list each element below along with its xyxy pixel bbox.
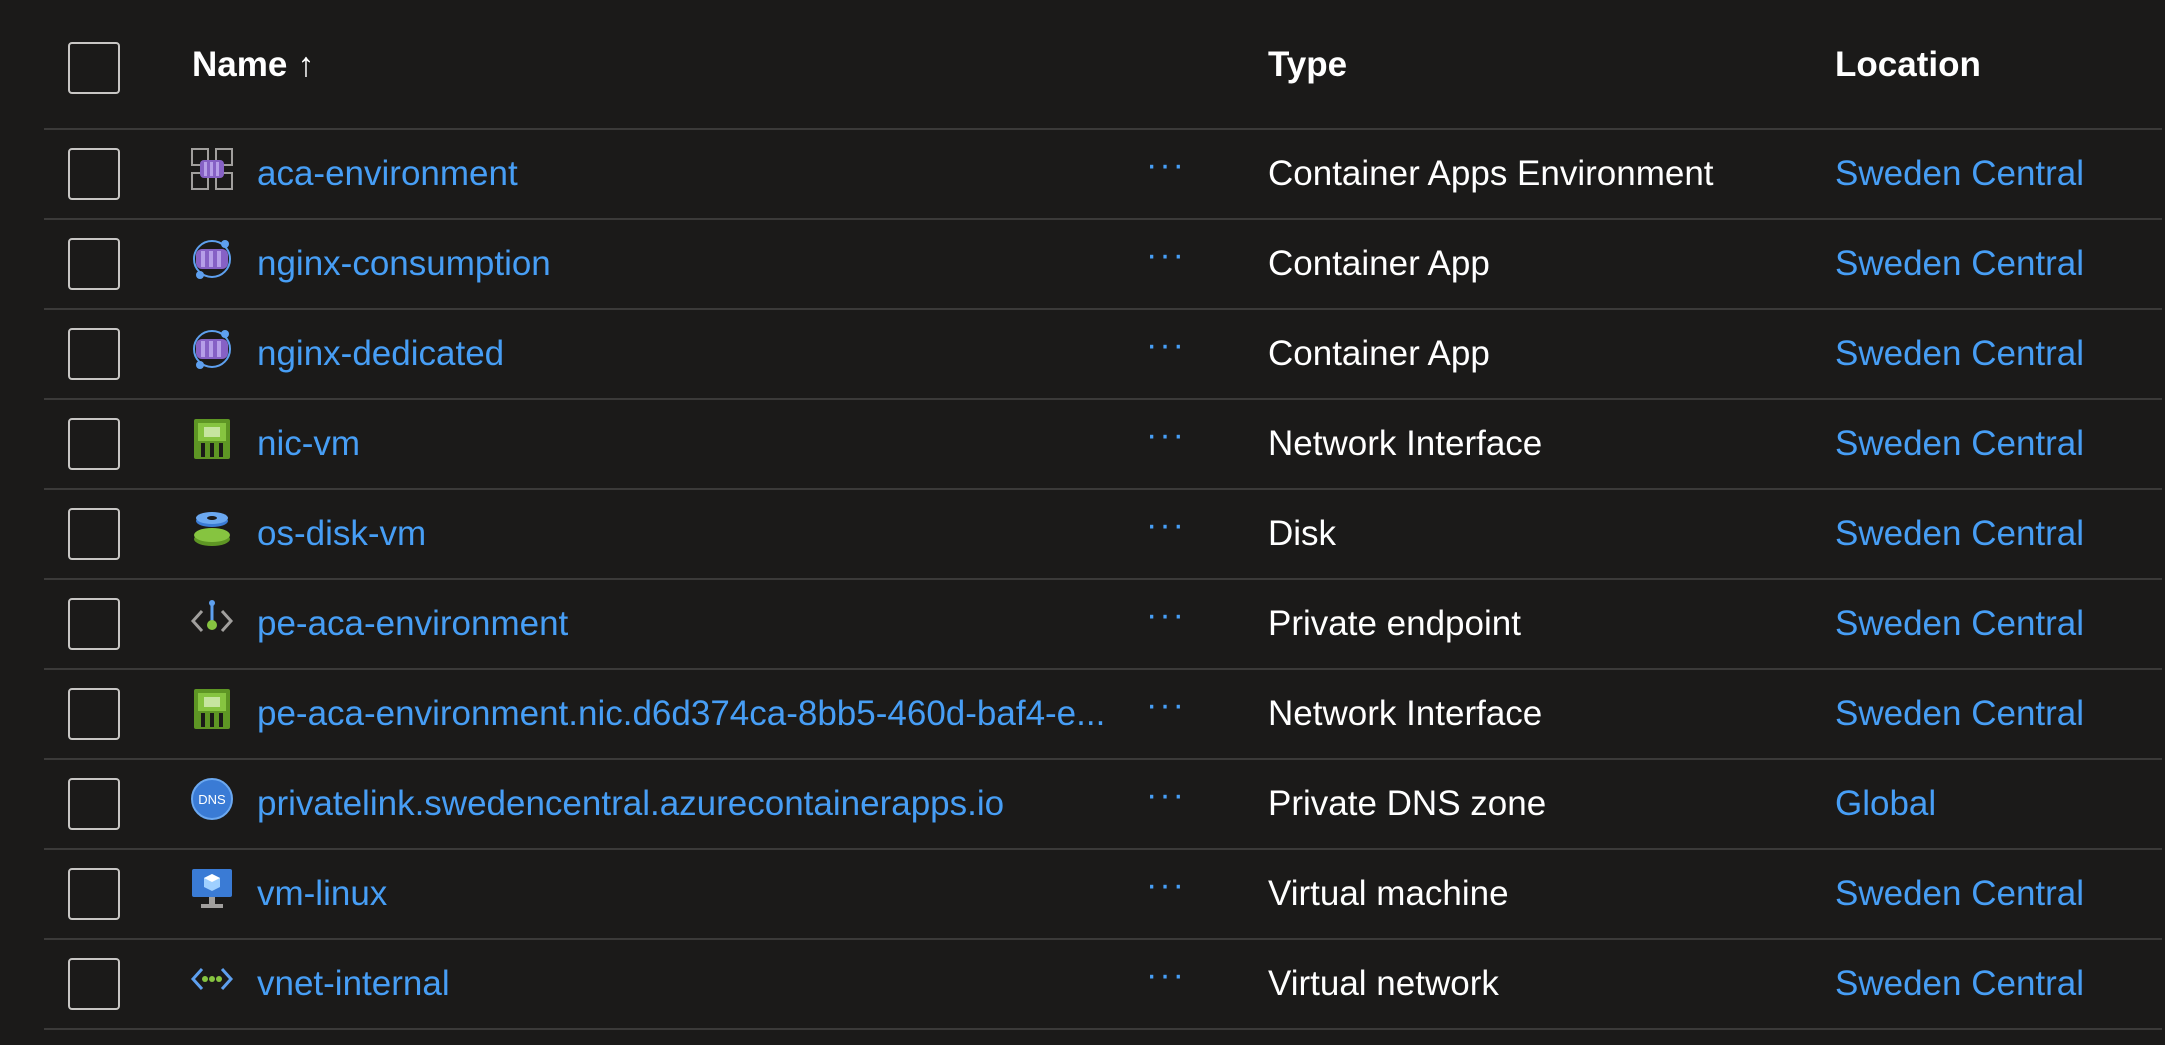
more-actions-button[interactable]: ··· [1141, 328, 1191, 376]
resource-type: Disk [1268, 514, 1337, 553]
sort-ascending-icon: ↑ [297, 46, 315, 84]
select-all-checkbox[interactable] [68, 42, 120, 94]
container-app-icon [190, 327, 234, 371]
column-header-name-label: Name [192, 45, 288, 84]
network-interface-icon [190, 687, 234, 731]
row-checkbox[interactable] [68, 508, 120, 560]
resource-type: Virtual machine [1268, 874, 1509, 913]
table-row: nginx-dedicated ··· Container App Sweden… [44, 310, 2162, 400]
resource-location-link[interactable]: Sweden Central [1835, 964, 2084, 1004]
table-row: os-disk-vm ··· Disk Sweden Central [44, 490, 2162, 580]
dns-zone-icon: DNS [190, 777, 234, 821]
row-checkbox[interactable] [68, 868, 120, 920]
resource-type: Container App [1268, 244, 1490, 283]
resource-type: Private endpoint [1268, 604, 1521, 643]
column-header-location[interactable]: Location [1835, 47, 1981, 83]
resource-name-link[interactable]: nginx-dedicated [257, 334, 504, 374]
container-app-icon [190, 237, 234, 281]
table-row: vm-linux ··· Virtual machine Sweden Cent… [44, 850, 2162, 940]
row-checkbox[interactable] [68, 778, 120, 830]
resource-location-link[interactable]: Global [1835, 784, 1936, 824]
row-checkbox[interactable] [68, 598, 120, 650]
resource-location-link[interactable]: Sweden Central [1835, 424, 2084, 464]
network-interface-icon [190, 417, 234, 461]
more-actions-button[interactable]: ··· [1141, 148, 1191, 196]
row-checkbox[interactable] [68, 958, 120, 1010]
header-row: Name ↑ Type Location [44, 0, 2162, 130]
more-actions-button[interactable]: ··· [1141, 238, 1191, 286]
more-actions-button[interactable]: ··· [1141, 688, 1191, 736]
table-row: DNS privatelink.swedencentral.azureconta… [44, 760, 2162, 850]
column-header-name[interactable]: Name ↑ [192, 45, 315, 84]
resource-location-link[interactable]: Sweden Central [1835, 694, 2084, 734]
more-actions-button[interactable]: ··· [1141, 508, 1191, 556]
container-apps-environment-icon [190, 147, 234, 191]
resource-type: Virtual network [1268, 964, 1499, 1003]
resource-name-link[interactable]: os-disk-vm [257, 514, 426, 554]
private-endpoint-icon [190, 597, 234, 641]
resource-name-link[interactable]: nic-vm [257, 424, 360, 464]
row-checkbox[interactable] [68, 688, 120, 740]
resource-location-link[interactable]: Sweden Central [1835, 604, 2084, 644]
resource-location-link[interactable]: Sweden Central [1835, 154, 2084, 194]
more-actions-button[interactable]: ··· [1141, 598, 1191, 646]
column-header-type[interactable]: Type [1268, 47, 1347, 83]
more-actions-button[interactable]: ··· [1141, 868, 1191, 916]
more-actions-button[interactable]: ··· [1141, 418, 1191, 466]
resource-name-link[interactable]: privatelink.swedencentral.azurecontainer… [257, 784, 1004, 824]
resource-type: Network Interface [1268, 424, 1543, 463]
resource-type: Private DNS zone [1268, 784, 1547, 823]
row-checkbox[interactable] [68, 328, 120, 380]
more-actions-button[interactable]: ··· [1141, 958, 1191, 1006]
dns-icon-text: DNS [198, 792, 226, 807]
resource-name-link[interactable]: aca-environment [257, 154, 518, 194]
resource-name-link[interactable]: vnet-internal [257, 964, 450, 1004]
resource-name-link[interactable]: nginx-consumption [257, 244, 551, 284]
resource-name-link[interactable]: pe-aca-environment [257, 604, 568, 644]
resource-type: Container App [1268, 334, 1490, 373]
table-row: nic-vm ··· Network Interface Sweden Cent… [44, 400, 2162, 490]
table-row: pe-aca-environment.nic.d6d374ca-8bb5-460… [44, 670, 2162, 760]
table-row: aca-environment ··· Container Apps Envir… [44, 130, 2162, 220]
table-row: vnet-internal ··· Virtual network Sweden… [44, 940, 2162, 1030]
row-checkbox[interactable] [68, 238, 120, 290]
more-actions-button[interactable]: ··· [1141, 778, 1191, 826]
resource-name-link[interactable]: vm-linux [257, 874, 387, 914]
resource-location-link[interactable]: Sweden Central [1835, 244, 2084, 284]
virtual-network-icon [190, 957, 234, 1001]
resource-grid: Name ↑ Type Location aca-environment ··· … [44, 0, 2162, 1030]
resource-type: Container Apps Environment [1268, 154, 1714, 193]
table-row: pe-aca-environment ··· Private endpoint … [44, 580, 2162, 670]
resource-location-link[interactable]: Sweden Central [1835, 514, 2084, 554]
row-checkbox[interactable] [68, 418, 120, 470]
disk-icon [190, 507, 234, 551]
row-checkbox[interactable] [68, 148, 120, 200]
resource-name-link[interactable]: pe-aca-environment.nic.d6d374ca-8bb5-460… [257, 694, 1105, 734]
table-row: nginx-consumption ··· Container App Swed… [44, 220, 2162, 310]
resource-location-link[interactable]: Sweden Central [1835, 874, 2084, 914]
resource-location-link[interactable]: Sweden Central [1835, 334, 2084, 374]
resource-type: Network Interface [1268, 694, 1543, 733]
virtual-machine-icon [190, 867, 234, 911]
